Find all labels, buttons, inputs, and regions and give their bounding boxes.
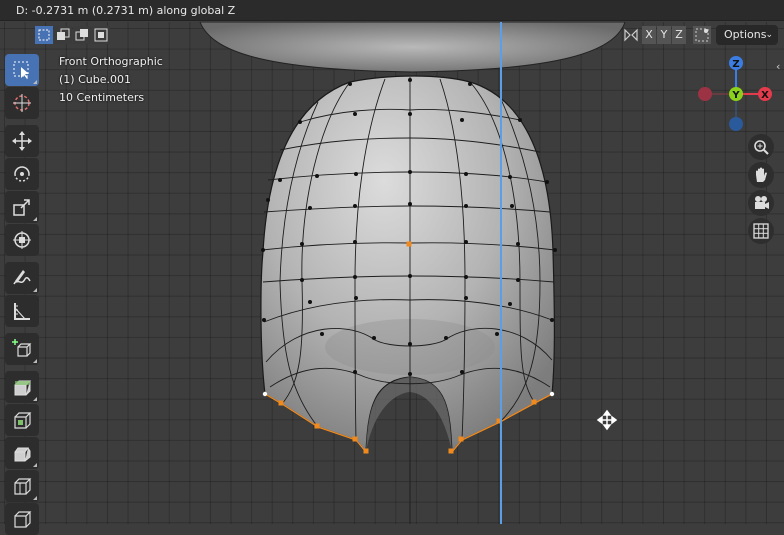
options-dropdown[interactable]: Options ⌄ bbox=[716, 25, 778, 45]
transform-tool[interactable] bbox=[5, 224, 39, 256]
move-cursor-icon bbox=[596, 409, 618, 431]
body-mesh bbox=[260, 75, 555, 454]
grid-scale: 10 Centimeters bbox=[59, 91, 145, 104]
mirror-x-button[interactable]: X bbox=[642, 26, 656, 44]
proportional-icon[interactable] bbox=[693, 26, 711, 44]
zoom-icon[interactable] bbox=[748, 134, 774, 160]
bevel-tool[interactable] bbox=[5, 437, 39, 469]
sidebar-toggle-icon[interactable]: ‹ bbox=[776, 60, 780, 73]
select-intersect-icon[interactable] bbox=[92, 26, 110, 44]
gizmo-z-label: Z bbox=[732, 59, 739, 70]
grid-view-icon[interactable] bbox=[748, 218, 774, 244]
select-new-icon[interactable] bbox=[35, 26, 53, 44]
navigation-gizmo[interactable]: Z X Y bbox=[696, 54, 776, 144]
select-subtract-icon[interactable] bbox=[73, 26, 91, 44]
add-cube-tool[interactable] bbox=[5, 333, 39, 365]
camera-icon[interactable] bbox=[748, 190, 774, 216]
select-mode-group bbox=[35, 26, 111, 44]
cursor-tool[interactable] bbox=[5, 87, 39, 119]
pan-hand-icon[interactable] bbox=[748, 162, 774, 188]
move-tool[interactable] bbox=[5, 125, 39, 157]
chevron-down-icon: ⌄ bbox=[765, 30, 773, 40]
annotate-tool[interactable] bbox=[5, 262, 39, 294]
status-bar: D: -0.2731 m (0.2731 m) along global Z bbox=[0, 0, 784, 21]
head-object bbox=[199, 22, 626, 73]
scale-tool[interactable] bbox=[5, 191, 39, 223]
mirror-z-button[interactable]: Z bbox=[672, 26, 686, 44]
knife-tool[interactable] bbox=[5, 503, 39, 535]
view-name: Front Orthographic bbox=[59, 55, 163, 68]
measure-tool[interactable] bbox=[5, 295, 39, 327]
object-name: (1) Cube.001 bbox=[59, 73, 131, 86]
mirror-y-button[interactable]: Y bbox=[657, 26, 671, 44]
inset-tool[interactable] bbox=[5, 404, 39, 436]
extrude-tool[interactable] bbox=[5, 371, 39, 403]
options-label: Options bbox=[724, 28, 767, 41]
loop-cut-tool[interactable] bbox=[5, 470, 39, 502]
3d-viewport[interactable]: Front Orthographic (1) Cube.001 10 Centi… bbox=[0, 22, 784, 524]
select-box-tool[interactable] bbox=[5, 54, 39, 86]
select-extend-icon[interactable] bbox=[54, 26, 72, 44]
gizmo-y-label: Y bbox=[731, 90, 740, 101]
gizmo-x-label: X bbox=[761, 90, 769, 101]
mirror-icon[interactable] bbox=[623, 27, 639, 43]
status-text: D: -0.2731 m (0.2731 m) along global Z bbox=[16, 4, 236, 17]
rotate-tool[interactable] bbox=[5, 158, 39, 190]
